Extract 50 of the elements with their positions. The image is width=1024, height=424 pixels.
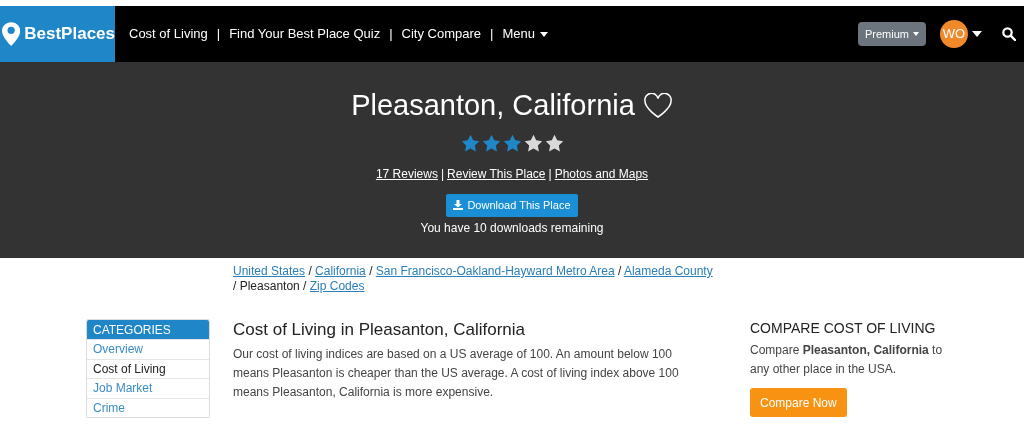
map-pin-icon — [2, 21, 21, 47]
star-icon — [502, 133, 522, 153]
compare-heading: COMPARE COST OF LIVING — [750, 319, 937, 338]
sidebar-item[interactable]: Cost of Living — [87, 358, 209, 378]
nav-link[interactable]: City Compare — [393, 24, 490, 44]
breadcrumb-link[interactable]: San Francisco-Oakland-Hayward Metro Area — [375, 264, 615, 278]
intro-paragraph: Our cost of living indices are based on a US average of 100. An amount below 100 means Pleasanton is cheaper than the US average. A cost of living index above 100 means Pleasanton, California is more expensive. — [233, 346, 680, 401]
caret-icon — [913, 32, 919, 36]
breadcrumb-link[interactable]: United States — [233, 264, 306, 278]
breadcrumb-link[interactable]: Zip Codes — [309, 279, 365, 293]
heart-icon[interactable] — [642, 92, 673, 119]
compare-text: Compare Pleasanton, California to any other place in the USA. — [750, 342, 944, 378]
breadcrumb-separator: / — [369, 264, 373, 278]
nav-separator: | — [215, 25, 222, 44]
download-button[interactable]: Download This Place — [446, 193, 578, 217]
nav-separator: | — [388, 25, 394, 44]
sidebar-item[interactable]: Overview — [87, 339, 209, 359]
caret-icon — [539, 31, 548, 37]
star-icon — [481, 133, 501, 153]
star-icon — [460, 133, 480, 153]
nav-separator: | — [489, 25, 495, 44]
breadcrumb-separator: / — [617, 264, 622, 278]
breadcrumb-separator: / — [233, 279, 237, 293]
link-separator: | — [548, 165, 552, 183]
place-title: Pleasanton, California — [351, 88, 635, 123]
search-icon[interactable] — [1002, 27, 1016, 41]
premium-dropdown[interactable]: Premium — [858, 22, 926, 46]
sidebar-item[interactable]: Job Market — [87, 378, 209, 398]
hero-link[interactable]: 17 Reviews — [375, 164, 438, 183]
nav-link[interactable]: Cost of Living — [121, 24, 216, 44]
menu-dropdown[interactable]: Menu — [494, 24, 556, 44]
nav-link[interactable]: Find Your Best Place Quiz — [221, 24, 389, 44]
breadcrumb-link[interactable]: Alameda County — [623, 264, 713, 278]
hero-link[interactable]: Review This Place — [447, 164, 546, 183]
breadcrumb-separator: / — [303, 279, 307, 293]
star-icon — [523, 133, 543, 153]
sidebar-item[interactable]: Crime — [87, 397, 209, 417]
section-heading: Cost of Living in Pleasanton, California — [233, 319, 525, 341]
breadcrumb-separator: / — [308, 264, 312, 278]
star-icon — [544, 133, 564, 153]
download-icon — [453, 200, 464, 210]
downloads-remaining-text: You have 10 downloads remaining — [420, 219, 604, 237]
user-avatar[interactable]: WO — [940, 20, 968, 48]
breadcrumb-link[interactable]: California — [315, 264, 366, 278]
logo[interactable]: BestPlaces — [0, 6, 115, 62]
categories-header: CATEGORIES — [87, 320, 209, 339]
hero-link[interactable]: Photos and Maps — [554, 164, 649, 183]
link-separator: | — [440, 165, 445, 183]
breadcrumb-current: Pleasanton — [239, 279, 300, 293]
caret-icon[interactable] — [972, 31, 982, 37]
